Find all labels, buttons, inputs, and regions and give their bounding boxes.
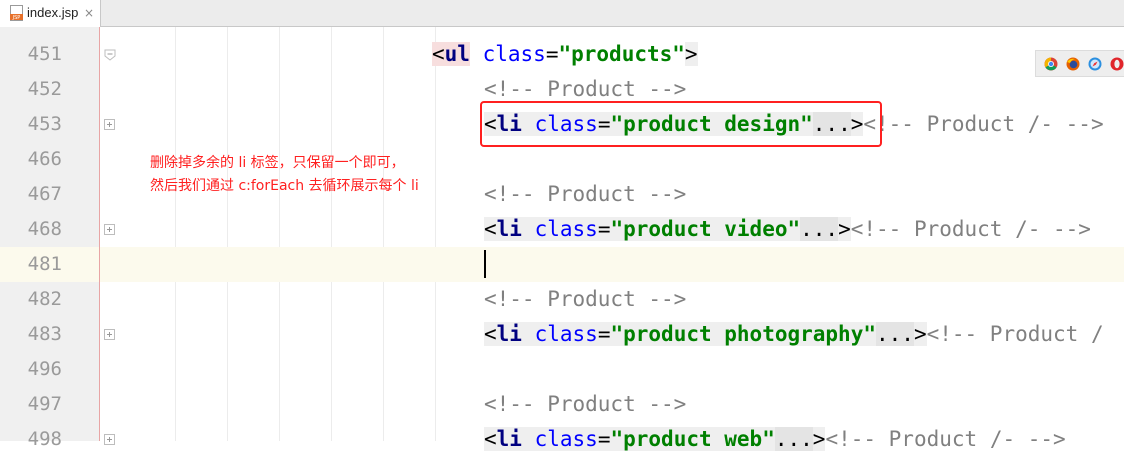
trailing-comment: <!-- Product /- -->: [825, 427, 1066, 451]
code-comment[interactable]: <!-- Product -->: [484, 387, 686, 422]
indent-guide: [331, 27, 332, 441]
annotation-line-1: 删除掉多余的 li 标签，只保留一个即可，: [150, 155, 405, 171]
folded-region[interactable]: ...: [800, 217, 839, 241]
attr-eq: =: [597, 217, 611, 241]
safari-icon[interactable]: [1088, 57, 1102, 71]
highlight-box: [480, 101, 882, 147]
attr-name: class: [534, 427, 598, 451]
indent-guide: [175, 27, 176, 441]
fold-expand-icon[interactable]: [104, 119, 115, 130]
tag-open-bracket: <: [484, 217, 497, 241]
tab-close-icon[interactable]: ×: [84, 4, 94, 22]
tab-index-jsp[interactable]: JSP index.jsp ×: [0, 0, 101, 27]
code-line-li-photography[interactable]: <li class="product photography"...><!-- …: [484, 317, 1104, 352]
tag-name: li: [496, 217, 522, 241]
fold-expand-icon[interactable]: [104, 329, 115, 340]
gutter-separator: [99, 27, 100, 441]
code-comment[interactable]: <!-- Product -->: [484, 177, 686, 212]
code-line-li-video[interactable]: <li class="product video"...><!-- Produc…: [484, 212, 1091, 247]
fold-expand-icon[interactable]: [104, 434, 115, 445]
trailing-comment: <!-- Product /: [926, 322, 1104, 346]
code-comment[interactable]: <!-- Product -->: [484, 282, 686, 317]
tab-label: index.jsp: [27, 5, 79, 20]
svg-text:JSP: JSP: [12, 15, 21, 21]
tag-name: ul: [444, 42, 470, 66]
current-line-highlight: [0, 247, 1124, 282]
line-number: 452: [27, 78, 62, 100]
line-number: 466: [27, 148, 62, 170]
attr-value: "product video": [610, 217, 801, 241]
line-number: 451: [27, 43, 62, 65]
opera-icon[interactable]: [1110, 57, 1124, 71]
jsp-file-icon: JSP: [10, 5, 23, 21]
folded-region[interactable]: ...: [774, 427, 813, 451]
annotation-line-2: 然后我们通过 c:forEach 去循环展示每个 li: [150, 178, 419, 194]
folded-region[interactable]: ...: [876, 322, 914, 346]
indent-guide: [227, 27, 228, 441]
trailing-comment: <!-- Product /- -->: [863, 112, 1104, 136]
tag-close-bracket: >: [684, 42, 698, 66]
tag-close-bracket: >: [812, 427, 826, 451]
line-number: 498: [27, 428, 62, 450]
line-number: 496: [27, 358, 62, 380]
code-line-ul[interactable]: <ul class="products">: [432, 37, 698, 72]
attr-eq: =: [545, 42, 559, 66]
attr-value: "products": [558, 42, 685, 66]
line-number: 497: [27, 393, 62, 415]
trailing-comment: <!-- Product /- -->: [850, 217, 1091, 241]
tag-open-bracket: <: [484, 322, 497, 346]
tag-close-bracket: >: [913, 322, 927, 346]
browser-preview-bar: [1035, 50, 1124, 77]
indent-guide: [383, 27, 384, 441]
line-number: 482: [27, 288, 62, 310]
attr-name: class: [534, 322, 598, 346]
attr-value: "product photography": [610, 322, 876, 346]
attr-eq: =: [597, 427, 611, 451]
line-number: 468: [27, 218, 62, 240]
fold-expand-icon[interactable]: [104, 224, 115, 235]
tag-name: li: [496, 427, 522, 451]
firefox-icon[interactable]: [1066, 57, 1080, 71]
code-line-li-web[interactable]: <li class="product web"...><!-- Product …: [484, 422, 1066, 457]
tag-open-bracket: <: [484, 427, 497, 451]
line-number: 453: [27, 113, 62, 135]
tag-close-bracket: >: [838, 217, 851, 241]
attr-value: "product web": [610, 427, 775, 451]
indent-guide: [435, 27, 436, 441]
attr-name: class: [534, 217, 598, 241]
attr-name: class: [482, 42, 546, 66]
chrome-icon[interactable]: [1044, 57, 1058, 71]
text-caret: [484, 250, 486, 278]
line-number: 483: [27, 323, 62, 345]
fold-collapse-icon[interactable]: [104, 49, 116, 61]
tag-name: li: [496, 322, 522, 346]
tag-open-bracket: <: [432, 42, 445, 66]
line-number: 467: [27, 183, 62, 205]
line-number: 481: [27, 253, 62, 275]
indent-guide: [279, 27, 280, 441]
editor-tab-bar: JSP index.jsp ×: [0, 0, 1124, 27]
attr-eq: =: [597, 322, 611, 346]
